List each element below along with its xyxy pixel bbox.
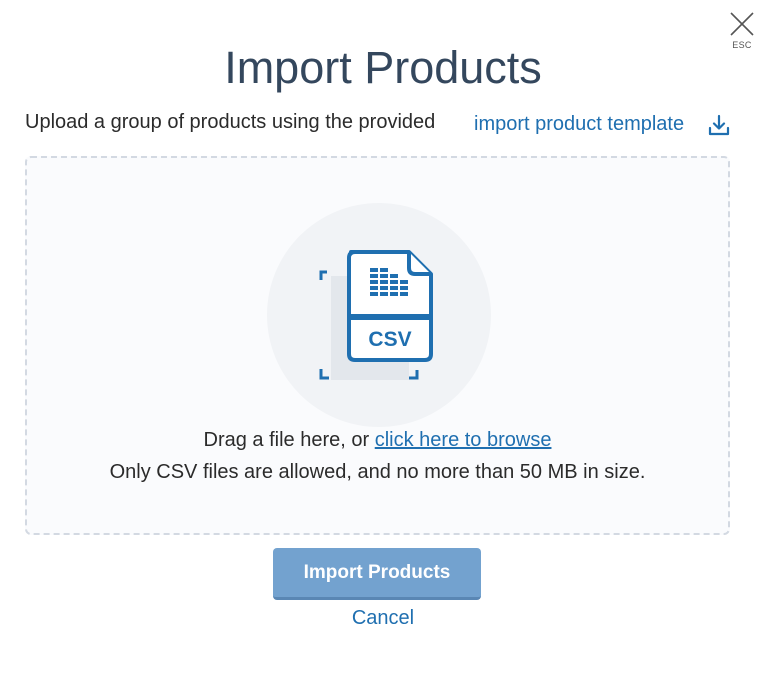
csv-file-icon: CSV bbox=[319, 250, 433, 380]
csv-file-label: CSV bbox=[368, 328, 411, 351]
file-size-note: Only CSV files are allowed, and no more … bbox=[109, 461, 646, 483]
drag-instructions: Drag a file here, or click here to brows… bbox=[27, 429, 728, 452]
dialog-title: Import Products bbox=[224, 42, 542, 93]
file-dropzone[interactable]: CSV Drag a file here, or click here to b… bbox=[25, 156, 730, 535]
template-link[interactable]: import product template bbox=[474, 113, 684, 136]
cancel-link[interactable]: Cancel bbox=[0, 607, 766, 630]
intro-text: Upload a group of products using the pro… bbox=[25, 111, 436, 133]
import-products-button[interactable]: Import Products bbox=[273, 548, 481, 600]
download-icon[interactable] bbox=[707, 113, 731, 137]
browse-link[interactable]: click here to browse bbox=[375, 429, 552, 451]
close-icon bbox=[730, 12, 754, 36]
drag-text: Drag a file here, or bbox=[203, 429, 375, 451]
